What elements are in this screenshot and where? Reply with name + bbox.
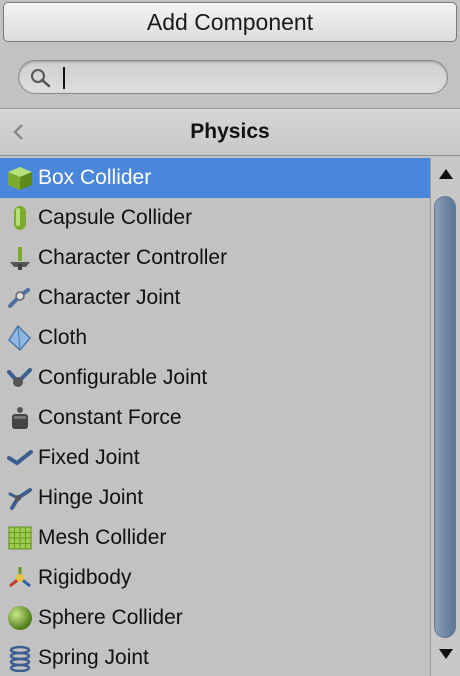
list-item-label: Configurable Joint — [38, 366, 208, 389]
text-caret — [63, 67, 65, 89]
list-item-label: Mesh Collider — [38, 526, 167, 549]
search-icon — [31, 69, 51, 88]
list-item-label: Capsule Collider — [38, 206, 193, 229]
list-item-sphere-collider[interactable]: Sphere Collider — [0, 598, 430, 638]
list-item-label: Fixed Joint — [38, 446, 140, 469]
list-item-cloth[interactable]: Cloth — [0, 318, 430, 358]
fixed-joint-icon — [7, 450, 33, 466]
character-controller-icon — [10, 247, 30, 270]
component-list: Box Collider Capsule Collider Character … — [0, 158, 430, 676]
box-collider-icon — [8, 167, 32, 190]
search-input[interactable] — [18, 60, 448, 94]
list-item-configurable-joint[interactable]: Configurable Joint — [0, 358, 430, 398]
scrollbar-thumb[interactable] — [434, 196, 456, 638]
list-item-label: Box Collider — [38, 166, 152, 189]
capsule-collider-icon — [14, 206, 26, 230]
list-item-label: Spring Joint — [38, 646, 149, 669]
search-bar — [0, 48, 460, 108]
category-title: Physics — [190, 120, 270, 143]
sphere-collider-icon — [8, 606, 32, 630]
list-item-rigidbody[interactable]: Rigidbody — [0, 558, 430, 598]
list-item-box-collider[interactable]: Box Collider — [0, 158, 430, 198]
spring-joint-icon — [9, 645, 31, 672]
list-item-constant-force[interactable]: Constant Force — [0, 398, 430, 438]
list-item-fixed-joint[interactable]: Fixed Joint — [0, 438, 430, 478]
list-item-capsule-collider[interactable]: Capsule Collider — [0, 198, 430, 238]
constant-force-icon — [12, 407, 28, 429]
list-item-character-joint[interactable]: Character Joint — [0, 278, 430, 318]
configurable-joint-icon — [7, 368, 32, 387]
mesh-collider-icon — [8, 526, 32, 550]
category-nav-bar: Physics — [0, 108, 460, 156]
vertical-scrollbar[interactable] — [430, 158, 460, 676]
list-item-label: Character Controller — [38, 246, 228, 269]
list-item-mesh-collider[interactable]: Mesh Collider — [0, 518, 430, 558]
character-joint-icon — [8, 288, 30, 308]
rigidbody-icon — [9, 567, 31, 588]
list-item-spring-joint[interactable]: Spring Joint — [0, 638, 430, 676]
cloth-icon — [8, 324, 32, 352]
scroll-up-arrow-icon[interactable] — [438, 168, 454, 180]
list-item-hinge-joint[interactable]: Hinge Joint — [0, 478, 430, 518]
list-item-character-controller[interactable]: Character Controller — [0, 238, 430, 278]
list-item-label: Sphere Collider — [38, 606, 183, 629]
hinge-joint-icon — [8, 488, 32, 510]
list-item-label: Cloth — [38, 326, 88, 349]
list-item-label: Constant Force — [38, 406, 182, 429]
list-item-label: Character Joint — [38, 286, 181, 309]
scroll-down-arrow-icon[interactable] — [438, 648, 454, 660]
add-component-button[interactable]: Add Component — [3, 2, 457, 42]
list-item-label: Hinge Joint — [38, 486, 144, 509]
list-item-label: Rigidbody — [38, 566, 132, 589]
